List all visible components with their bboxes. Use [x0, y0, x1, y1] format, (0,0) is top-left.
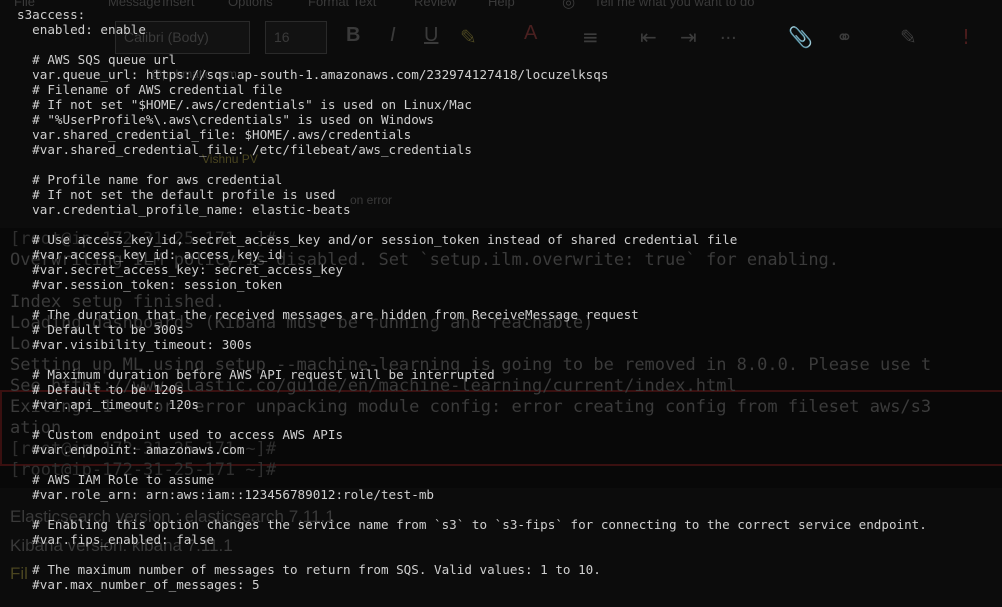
code-line: # Default to be 120s [17, 382, 184, 397]
code-line: # The maximum number of messages to retu… [17, 562, 601, 577]
code-line: # Maximum duration before AWS API reques… [17, 367, 495, 382]
code-line: #var.max_number_of_messages: 5 [17, 577, 260, 592]
code-line: # AWS IAM Role to assume [17, 472, 215, 487]
code-line: # Use access_key_id, secret_access_key a… [17, 232, 738, 247]
code-line: # If not set the default profile is used [17, 187, 336, 202]
code-line: #var.visibility_timeout: 300s [17, 337, 253, 352]
code-line: #var.shared_credential_file: /etc/filebe… [17, 142, 472, 157]
code-line: # Custom endpoint used to access AWS API… [17, 427, 344, 442]
code-line: # "%UserProfile%\.aws\credentials" is us… [17, 112, 435, 127]
code-line: # Default to be 300s [17, 322, 184, 337]
importance-icon[interactable]: ! [962, 27, 970, 47]
code-line: # Filename of AWS credential file [17, 82, 283, 97]
code-line: #var.session_token: session_token [17, 277, 283, 292]
code-line: #var.api_timeout: 120s [17, 397, 199, 412]
code-line: #var.endpoint: amazonaws.com [17, 442, 245, 457]
code-line: #var.fips_enabled: false [17, 532, 215, 547]
code-line: # Profile name for aws credential [17, 172, 283, 187]
yaml-config-text: s3access: enabled: enable # AWS SQS queu… [17, 7, 927, 592]
code-line: # AWS SQS queue url [17, 52, 177, 67]
code-line: s3access: [17, 7, 86, 22]
code-line: # If not set "$HOME/.aws/credentials" is… [17, 97, 472, 112]
code-line: var.queue_url: https://sqs.ap-south-1.am… [17, 67, 609, 82]
code-line: var.credential_profile_name: elastic-bea… [17, 202, 351, 217]
code-line: enabled: enable [17, 22, 146, 37]
code-line: # The duration that the received message… [17, 307, 639, 322]
code-line: #var.access_key_id: access_key_id [17, 247, 283, 262]
code-line: var.shared_credential_file: $HOME/.aws/c… [17, 127, 412, 142]
code-line: #var.role_arn: arn:aws:iam::123456789012… [17, 487, 435, 502]
code-line: # Enabling this option changes the servi… [17, 517, 927, 532]
code-line: #var.secret_access_key: secret_access_ke… [17, 262, 344, 277]
